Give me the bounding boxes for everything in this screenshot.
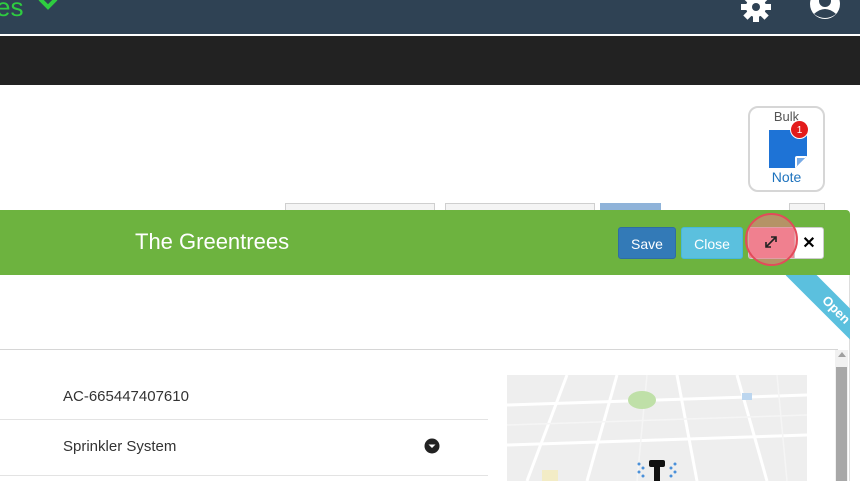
- location-map[interactable]: [507, 375, 807, 481]
- gear-icon[interactable]: [740, 0, 772, 22]
- modal-title: The Greentrees: [135, 229, 290, 254]
- section-divider: [0, 349, 838, 350]
- chevron-down-icon[interactable]: [38, 0, 58, 10]
- close-button[interactable]: Close: [681, 227, 743, 259]
- secondary-toolbar: [0, 36, 860, 85]
- scroll-up-arrow-icon[interactable]: [838, 352, 846, 357]
- notification-badge: 1: [790, 120, 809, 139]
- top-navbar: es: [0, 0, 860, 34]
- note-label: Note: [771, 169, 802, 185]
- status-ribbon-label: Open: [785, 275, 850, 355]
- save-button[interactable]: Save: [618, 227, 676, 259]
- user-circle-icon[interactable]: [808, 0, 842, 22]
- bulk-label: Bulk: [773, 109, 800, 124]
- nav-title[interactable]: es: [0, 0, 23, 20]
- scroll-thumb[interactable]: [836, 367, 847, 481]
- modal-header: The Greentrees Save Close ✕: [0, 210, 850, 275]
- row-divider: [0, 419, 488, 420]
- expand-icon[interactable]: [764, 235, 778, 249]
- body-scrollbar[interactable]: [835, 350, 848, 481]
- account-code-value: AC-665447407610: [63, 388, 189, 405]
- chevron-down-circle-icon[interactable]: [424, 438, 440, 454]
- dismiss-x-button[interactable]: ✕: [794, 227, 824, 259]
- status-ribbon: Open: [770, 275, 850, 355]
- bulk-note-button[interactable]: Bulk 1 Note: [748, 106, 825, 192]
- service-type-select[interactable]: Sprinkler System: [63, 438, 176, 455]
- row-divider: [0, 475, 488, 476]
- sprinkler-marker-icon[interactable]: [635, 460, 679, 481]
